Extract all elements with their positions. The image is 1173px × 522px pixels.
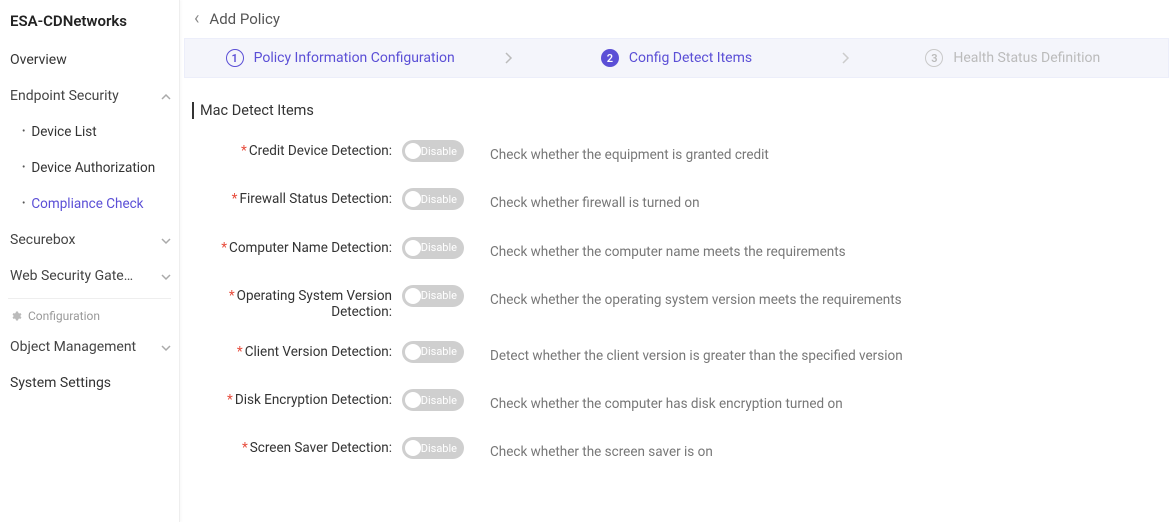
form-label: *Disk Encryption Detection: — [192, 386, 402, 408]
nav-endpoint-security[interactable]: Endpoint Security — [0, 78, 179, 114]
row-screen-saver: *Screen Saver Detection: Disable Check w… — [192, 434, 1149, 464]
form-label: *Computer Name Detection: — [192, 234, 402, 256]
section-title: Mac Detect Items — [192, 102, 1149, 119]
form-desc: Check whether the operating system versi… — [490, 282, 950, 312]
sidebar-item-compliance-check[interactable]: Compliance Check — [0, 186, 179, 222]
form-desc: Check whether the computer has disk encr… — [490, 386, 950, 416]
nav-object-mgmt-label: Object Management — [10, 339, 136, 355]
step-label: Health Status Definition — [953, 50, 1100, 66]
toggle-os-version[interactable]: Disable — [402, 285, 464, 307]
form-desc: Check whether the computer name meets th… — [490, 234, 950, 264]
divider — [8, 298, 171, 299]
chevron-down-icon — [161, 272, 169, 280]
form-desc: Check whether the screen saver is on — [490, 434, 950, 464]
row-credit-device: *Credit Device Detection: Disable Check … — [192, 137, 1149, 167]
chevron-down-icon — [161, 343, 169, 351]
content: Mac Detect Items *Credit Device Detectio… — [180, 78, 1173, 483]
toggle-firewall-status[interactable]: Disable — [402, 188, 464, 210]
form-label: *Firewall Status Detection: — [192, 185, 402, 207]
form-desc: Check whether firewall is turned on — [490, 185, 950, 215]
sidebar-item-device-list[interactable]: Device List — [0, 114, 179, 150]
form-desc: Check whether the equipment is granted c… — [490, 137, 950, 167]
toggle-client-version[interactable]: Disable — [402, 341, 464, 363]
form-label: *Operating System Version Detection: — [192, 282, 402, 320]
row-os-version: *Operating System Version Detection: Dis… — [192, 282, 1149, 320]
page-title: Add Policy — [209, 10, 280, 28]
brand: ESA-CDNetworks — [0, 0, 179, 42]
toggle-computer-name[interactable]: Disable — [402, 237, 464, 259]
form-label: *Credit Device Detection: — [192, 137, 402, 159]
sidebar-item-device-authorization[interactable]: Device Authorization — [0, 150, 179, 186]
step-label: Config Detect Items — [629, 50, 752, 66]
form-label: *Client Version Detection: — [192, 338, 402, 360]
step-number: 2 — [601, 49, 619, 67]
step-config-detect[interactable]: 2 Config Detect Items — [521, 49, 831, 67]
chevron-up-icon — [161, 92, 169, 100]
nav-endpoint-label: Endpoint Security — [10, 88, 119, 104]
nav-securebox-label: Securebox — [10, 232, 75, 248]
nav-configuration[interactable]: Configuration — [0, 303, 179, 329]
nav-configuration-label: Configuration — [28, 309, 100, 323]
step-policy-info[interactable]: 1 Policy Information Configuration — [185, 49, 495, 67]
form-label: *Screen Saver Detection: — [192, 434, 402, 456]
sidebar-item-label: Device Authorization — [31, 160, 169, 176]
main: ‹ Add Policy 1 Policy Information Config… — [180, 0, 1173, 522]
row-firewall-status: *Firewall Status Detection: Disable Chec… — [192, 185, 1149, 215]
nav-object-management[interactable]: Object Management — [0, 329, 179, 365]
chevron-down-icon — [161, 236, 169, 244]
row-client-version: *Client Version Detection: Disable Detec… — [192, 338, 1149, 368]
nav-system-settings-label: System Settings — [10, 375, 111, 391]
toggle-credit-device[interactable]: Disable — [402, 140, 464, 162]
nav-overview[interactable]: Overview — [0, 42, 179, 78]
step-number: 3 — [925, 49, 943, 67]
step-health-status[interactable]: 3 Health Status Definition — [858, 49, 1168, 67]
nav-securebox[interactable]: Securebox — [0, 222, 179, 258]
nav-system-settings[interactable]: System Settings — [0, 365, 179, 401]
sidebar-item-label: Device List — [31, 124, 169, 140]
row-disk-encryption: *Disk Encryption Detection: Disable Chec… — [192, 386, 1149, 416]
sidebar-item-label: Compliance Check — [31, 196, 169, 212]
toggle-disk-encryption[interactable]: Disable — [402, 389, 464, 411]
nav-overview-label: Overview — [10, 52, 67, 68]
back-icon[interactable]: ‹ — [194, 10, 201, 28]
form-desc: Detect whether the client version is gre… — [490, 338, 950, 368]
gear-icon — [10, 310, 22, 322]
stepper: 1 Policy Information Configuration 2 Con… — [184, 38, 1169, 78]
step-label: Policy Information Configuration — [254, 50, 455, 66]
nav-web-security-gateway[interactable]: Web Security Gatew... — [0, 258, 179, 294]
toggle-screen-saver[interactable]: Disable — [402, 437, 464, 459]
nav-wsg-label: Web Security Gatew... — [10, 268, 140, 284]
page-header: ‹ Add Policy — [180, 0, 1173, 38]
chevron-right-icon — [495, 52, 521, 64]
row-computer-name: *Computer Name Detection: Disable Check … — [192, 234, 1149, 264]
step-number: 1 — [226, 49, 244, 67]
chevron-right-icon — [832, 52, 858, 64]
sidebar: ESA-CDNetworks Overview Endpoint Securit… — [0, 0, 180, 522]
